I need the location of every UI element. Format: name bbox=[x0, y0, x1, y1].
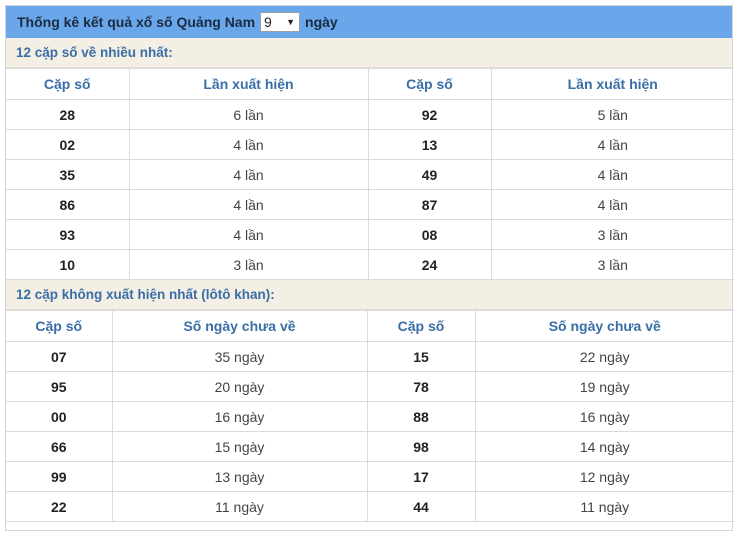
pair-number-cell: 28 bbox=[6, 99, 130, 130]
frequency-cell: 11 ngày bbox=[111, 491, 368, 522]
most-frequent-body: 28 6 lần 92 5 lần 02 4 lần 13 4 lần 35 4 lần 49 4 l… bbox=[6, 99, 734, 280]
pair-number-cell: 44 bbox=[366, 491, 476, 522]
pair-number-cell: 98 bbox=[366, 431, 476, 462]
col-count-header: Lần xuất hiện bbox=[128, 68, 369, 100]
frequency-cell: 6 lần bbox=[128, 99, 369, 130]
frequency-cell: 4 lần bbox=[128, 189, 369, 220]
pair-number-cell: 10 bbox=[6, 249, 130, 280]
col-days-header: Số ngày chưa về bbox=[474, 310, 734, 342]
most-frequent-table: Cặp số Lần xuất hiện Cặp số Lần xuất hiệ… bbox=[6, 68, 734, 280]
frequency-cell: 4 lần bbox=[128, 159, 369, 190]
pair-number-cell: 17 bbox=[366, 461, 476, 492]
most-frequent-heading: 12 cặp số về nhiều nhất: bbox=[6, 38, 732, 68]
pair-number-cell: 86 bbox=[6, 189, 130, 220]
pair-number-cell: 87 bbox=[367, 189, 492, 220]
frequency-cell: 4 lần bbox=[128, 219, 369, 250]
pair-number-cell: 02 bbox=[6, 129, 130, 160]
frequency-cell: 19 ngày bbox=[474, 371, 734, 402]
frequency-cell: 3 lần bbox=[128, 249, 369, 280]
pair-number-cell: 22 bbox=[6, 491, 113, 522]
pair-number-cell: 88 bbox=[366, 401, 476, 432]
frequency-cell: 4 lần bbox=[490, 189, 734, 220]
frequency-cell: 4 lần bbox=[490, 159, 734, 190]
frequency-cell: 11 ngày bbox=[474, 491, 734, 522]
frequency-cell: 16 ngày bbox=[474, 401, 734, 432]
least-frequent-body: 07 35 ngày 15 22 ngày 95 20 ngày 78 19 ngày 00 16… bbox=[6, 341, 734, 522]
pair-number-cell: 95 bbox=[6, 371, 113, 402]
frequency-cell: 35 ngày bbox=[111, 341, 368, 372]
table-row: 00 16 ngày 88 16 ngày bbox=[6, 401, 734, 432]
pair-number-cell: 92 bbox=[367, 99, 492, 130]
pair-number-cell: 49 bbox=[367, 159, 492, 190]
table-row: 07 35 ngày 15 22 ngày bbox=[6, 341, 734, 372]
table-row: 28 6 lần 92 5 lần bbox=[6, 99, 734, 130]
table-row: 86 4 lần 87 4 lần bbox=[6, 189, 734, 220]
table-header-row: Cặp số Số ngày chưa về Cặp số Số ngày ch… bbox=[6, 310, 734, 342]
frequency-cell: 4 lần bbox=[490, 129, 734, 160]
frequency-cell: 4 lần bbox=[128, 129, 369, 160]
pair-number-cell: 07 bbox=[6, 341, 113, 372]
page-title: Thống kê kết quả xổ số Quảng Nam bbox=[17, 14, 256, 30]
table-row: 95 20 ngày 78 19 ngày bbox=[6, 371, 734, 402]
col-pair-header: Cặp số bbox=[367, 68, 492, 100]
pair-number-cell: 93 bbox=[6, 219, 130, 250]
table-row: 93 4 lần 08 3 lần bbox=[6, 219, 734, 250]
table-row: 35 4 lần 49 4 lần bbox=[6, 159, 734, 190]
table-row: 22 11 ngày 44 11 ngày bbox=[6, 491, 734, 522]
least-frequent-table: Cặp số Số ngày chưa về Cặp số Số ngày ch… bbox=[6, 310, 734, 522]
pair-number-cell: 13 bbox=[367, 129, 492, 160]
stats-panel: Thống kê kết quả xổ số Quảng Nam 9 ▼ ngà… bbox=[5, 5, 734, 531]
frequency-cell: 22 ngày bbox=[474, 341, 734, 372]
pair-number-cell: 15 bbox=[366, 341, 476, 372]
col-days-header: Số ngày chưa về bbox=[111, 310, 368, 342]
frequency-cell: 13 ngày bbox=[111, 461, 368, 492]
pair-number-cell: 24 bbox=[367, 249, 492, 280]
table-row: 99 13 ngày 17 12 ngày bbox=[6, 461, 734, 492]
chevron-down-icon: ▼ bbox=[286, 17, 296, 27]
frequency-cell: 16 ngày bbox=[111, 401, 368, 432]
frequency-cell: 3 lần bbox=[490, 249, 734, 280]
frequency-cell: 20 ngày bbox=[111, 371, 368, 402]
table-row: 10 3 lần 24 3 lần bbox=[6, 249, 734, 280]
frequency-cell: 5 lần bbox=[490, 99, 734, 130]
days-select[interactable]: 9 ▼ bbox=[260, 12, 301, 32]
table-header-row: Cặp số Lần xuất hiện Cặp số Lần xuất hiệ… bbox=[6, 68, 734, 100]
pair-number-cell: 66 bbox=[6, 431, 113, 462]
pair-number-cell: 35 bbox=[6, 159, 130, 190]
least-frequent-heading: 12 cặp không xuất hiện nhất (lôtô khan): bbox=[6, 280, 732, 310]
panel-header: Thống kê kết quả xổ số Quảng Nam 9 ▼ ngà… bbox=[6, 6, 732, 38]
col-pair-header: Cặp số bbox=[6, 310, 113, 342]
table-row: 66 15 ngày 98 14 ngày bbox=[6, 431, 734, 462]
days-suffix: ngày bbox=[305, 14, 338, 30]
pair-number-cell: 00 bbox=[6, 401, 113, 432]
pair-number-cell: 99 bbox=[6, 461, 113, 492]
pair-number-cell: 08 bbox=[367, 219, 492, 250]
col-pair-header: Cặp số bbox=[6, 68, 130, 100]
col-count-header: Lần xuất hiện bbox=[490, 68, 734, 100]
pair-number-cell: 78 bbox=[366, 371, 476, 402]
col-pair-header: Cặp số bbox=[366, 310, 476, 342]
frequency-cell: 3 lần bbox=[490, 219, 734, 250]
frequency-cell: 15 ngày bbox=[111, 431, 368, 462]
frequency-cell: 12 ngày bbox=[474, 461, 734, 492]
table-row: 02 4 lần 13 4 lần bbox=[6, 129, 734, 160]
days-select-value: 9 bbox=[264, 14, 272, 30]
frequency-cell: 14 ngày bbox=[474, 431, 734, 462]
